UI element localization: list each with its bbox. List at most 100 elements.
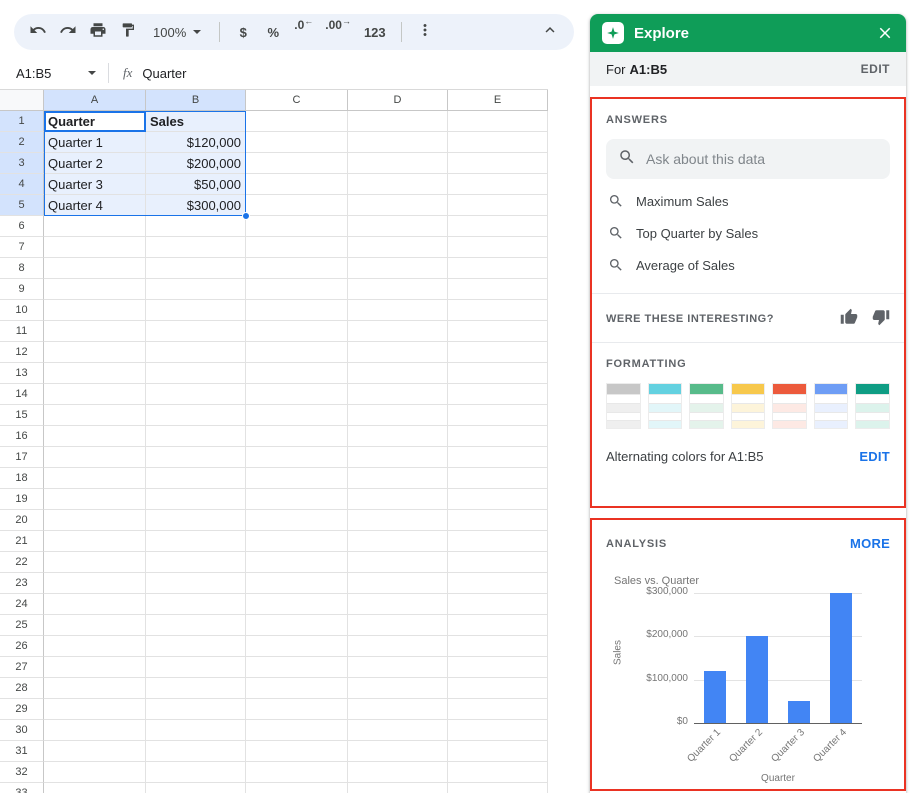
cell-A32[interactable] — [44, 762, 146, 783]
cell-D28[interactable] — [348, 678, 448, 699]
cell-E12[interactable] — [448, 342, 548, 363]
suggestion-chip[interactable]: Average of Sales — [592, 249, 904, 281]
cell-C24[interactable] — [246, 594, 348, 615]
row-header-7[interactable]: 7 — [0, 237, 44, 258]
row-header-19[interactable]: 19 — [0, 489, 44, 510]
cell-D18[interactable] — [348, 468, 448, 489]
row-header-23[interactable]: 23 — [0, 573, 44, 594]
cell-B14[interactable] — [146, 384, 246, 405]
row-header-12[interactable]: 12 — [0, 342, 44, 363]
row-header-15[interactable]: 15 — [0, 405, 44, 426]
cell-B29[interactable] — [146, 699, 246, 720]
cell-B16[interactable] — [146, 426, 246, 447]
cell-C7[interactable] — [246, 237, 348, 258]
cell-A1[interactable]: Quarter — [44, 111, 146, 132]
cell-E22[interactable] — [448, 552, 548, 573]
cell-E13[interactable] — [448, 363, 548, 384]
cell-A21[interactable] — [44, 531, 146, 552]
format-swatch-gray[interactable] — [606, 383, 641, 429]
cell-A28[interactable] — [44, 678, 146, 699]
cell-B24[interactable] — [146, 594, 246, 615]
cell-B25[interactable] — [146, 615, 246, 636]
print-button[interactable] — [84, 18, 112, 46]
cell-A20[interactable] — [44, 510, 146, 531]
cell-E32[interactable] — [448, 762, 548, 783]
cell-A10[interactable] — [44, 300, 146, 321]
cell-B23[interactable] — [146, 573, 246, 594]
cell-D25[interactable] — [348, 615, 448, 636]
cell-A29[interactable] — [44, 699, 146, 720]
row-header-29[interactable]: 29 — [0, 699, 44, 720]
cell-D7[interactable] — [348, 237, 448, 258]
cell-A14[interactable] — [44, 384, 146, 405]
cell-C8[interactable] — [246, 258, 348, 279]
row-header-22[interactable]: 22 — [0, 552, 44, 573]
cell-E30[interactable] — [448, 720, 548, 741]
cell-B7[interactable] — [146, 237, 246, 258]
cell-E6[interactable] — [448, 216, 548, 237]
cell-B32[interactable] — [146, 762, 246, 783]
cell-D14[interactable] — [348, 384, 448, 405]
row-header-8[interactable]: 8 — [0, 258, 44, 279]
cell-D20[interactable] — [348, 510, 448, 531]
cell-D19[interactable] — [348, 489, 448, 510]
cell-B4[interactable]: $50,000 — [146, 174, 246, 195]
cell-A19[interactable] — [44, 489, 146, 510]
row-header-14[interactable]: 14 — [0, 384, 44, 405]
suggestion-chip[interactable]: Maximum Sales — [592, 185, 904, 217]
thumbs-down-icon[interactable] — [872, 308, 890, 331]
more-options-button[interactable] — [411, 18, 439, 46]
cell-C4[interactable] — [246, 174, 348, 195]
cell-C14[interactable] — [246, 384, 348, 405]
name-box[interactable]: A1:B5 — [0, 66, 108, 81]
cell-D9[interactable] — [348, 279, 448, 300]
cell-D26[interactable] — [348, 636, 448, 657]
cell-D23[interactable] — [348, 573, 448, 594]
cell-E16[interactable] — [448, 426, 548, 447]
cell-E27[interactable] — [448, 657, 548, 678]
row-header-9[interactable]: 9 — [0, 279, 44, 300]
cell-C28[interactable] — [246, 678, 348, 699]
cell-B30[interactable] — [146, 720, 246, 741]
cell-B33[interactable] — [146, 783, 246, 793]
cell-C15[interactable] — [246, 405, 348, 426]
cell-B2[interactable]: $120,000 — [146, 132, 246, 153]
cell-C23[interactable] — [246, 573, 348, 594]
row-header-18[interactable]: 18 — [0, 468, 44, 489]
cell-B27[interactable] — [146, 657, 246, 678]
cell-C12[interactable] — [246, 342, 348, 363]
row-header-13[interactable]: 13 — [0, 363, 44, 384]
cell-A18[interactable] — [44, 468, 146, 489]
cell-C6[interactable] — [246, 216, 348, 237]
cell-C32[interactable] — [246, 762, 348, 783]
cell-B3[interactable]: $200,000 — [146, 153, 246, 174]
row-header-31[interactable]: 31 — [0, 741, 44, 762]
cell-D12[interactable] — [348, 342, 448, 363]
row-header-33[interactable]: 33 — [0, 783, 44, 793]
cell-D21[interactable] — [348, 531, 448, 552]
row-header-3[interactable]: 3 — [0, 153, 44, 174]
row-header-20[interactable]: 20 — [0, 510, 44, 531]
row-header-17[interactable]: 17 — [0, 447, 44, 468]
cell-A22[interactable] — [44, 552, 146, 573]
cell-C33[interactable] — [246, 783, 348, 793]
cell-C3[interactable] — [246, 153, 348, 174]
cell-B26[interactable] — [146, 636, 246, 657]
cell-B8[interactable] — [146, 258, 246, 279]
cell-E26[interactable] — [448, 636, 548, 657]
cell-C20[interactable] — [246, 510, 348, 531]
row-header-5[interactable]: 5 — [0, 195, 44, 216]
close-icon[interactable] — [876, 24, 894, 42]
cell-A33[interactable] — [44, 783, 146, 793]
column-header-D[interactable]: D — [348, 90, 448, 111]
ask-data-input[interactable] — [646, 151, 878, 167]
cell-E3[interactable] — [448, 153, 548, 174]
row-header-27[interactable]: 27 — [0, 657, 44, 678]
edit-formatting-button[interactable]: EDIT — [859, 449, 890, 464]
cell-D27[interactable] — [348, 657, 448, 678]
row-header-30[interactable]: 30 — [0, 720, 44, 741]
number-format-button[interactable]: 123 — [358, 18, 392, 46]
cell-E2[interactable] — [448, 132, 548, 153]
suggestion-chip[interactable]: Top Quarter by Sales — [592, 217, 904, 249]
cell-E1[interactable] — [448, 111, 548, 132]
